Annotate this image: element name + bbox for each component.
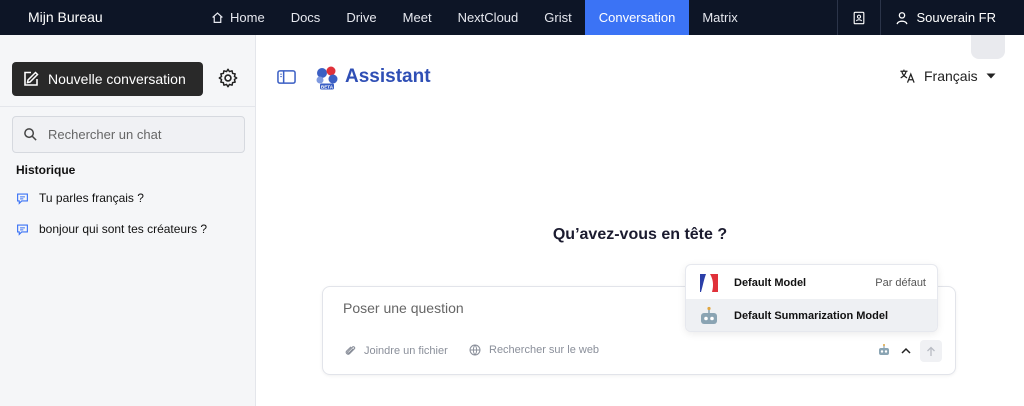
nav-nextcloud[interactable]: NextCloud (445, 0, 532, 35)
chevron-down-icon (986, 73, 996, 79)
sidebar-divider (0, 106, 256, 107)
nav-drive[interactable]: Drive (333, 0, 389, 35)
user-icon (896, 11, 907, 24)
history-title: Historique (16, 163, 76, 177)
user-name: Souverain FR (916, 10, 996, 25)
model-menu: Default Model Par défaut Default Summari… (685, 264, 938, 332)
nav-meet[interactable]: Meet (390, 0, 445, 35)
topbar-right: Souverain FR (836, 0, 1024, 35)
french-flag-icon (700, 273, 718, 292)
nav-home-label: Home (230, 10, 265, 25)
paperclip-icon (345, 346, 356, 355)
nav-conversation[interactable]: Conversation (584, 0, 690, 35)
globe-icon (469, 344, 481, 356)
nav-docs-label: Docs (290, 10, 321, 25)
history-item[interactable]: Tu parles français ? (16, 191, 144, 205)
nav-grist[interactable]: Grist (531, 0, 584, 35)
top-navigation-bar: Mijn Bureau Home Docs Drive Meet NextClo… (0, 0, 1024, 35)
user-menu-button[interactable]: Souverain FR (881, 0, 1024, 35)
nav-conversation-label: Conversation (598, 10, 676, 25)
app-nav: Home Docs Drive Meet NextCloud Grist Con… (198, 0, 751, 35)
web-search-button[interactable]: Rechercher sur le web (469, 344, 599, 356)
prompt-heading: Qu’avez-vous en tête ? (552, 226, 728, 243)
scroll-indicator[interactable] (971, 35, 1005, 59)
robot-icon (701, 306, 717, 324)
translate-icon (900, 69, 915, 83)
default-tag: Par défaut (875, 276, 926, 289)
language-selector[interactable]: Français (899, 68, 996, 84)
nav-matrix-label: Matrix (702, 10, 738, 25)
web-search-label: Rechercher sur le web (489, 344, 600, 356)
attach-file-button[interactable]: Joindre un fichier (345, 344, 448, 357)
nav-matrix[interactable]: Matrix (689, 0, 750, 35)
brand-title[interactable]: Mijn Bureau (28, 0, 103, 35)
nav-home[interactable]: Home (198, 0, 278, 35)
search-icon (24, 128, 37, 141)
home-icon (212, 12, 223, 23)
nav-grist-label: Grist (544, 10, 572, 25)
search-input[interactable] (48, 127, 228, 142)
sidebar-toggle-icon[interactable] (277, 69, 296, 85)
new-chat-icon (24, 71, 39, 86)
chevron-up-icon[interactable] (901, 347, 911, 354)
chat-search[interactable] (12, 116, 245, 153)
model-option-summarization[interactable]: Default Summarization Model (686, 299, 937, 331)
arrow-up-icon (927, 346, 935, 356)
address-book-icon (853, 11, 864, 24)
new-conversation-label: Nouvelle conversation (48, 71, 186, 87)
new-conversation-button[interactable]: Nouvelle conversation (12, 62, 203, 96)
chat-bubble-icon (17, 192, 28, 205)
robot-icon[interactable] (877, 343, 891, 357)
language-label: Français (924, 68, 978, 84)
attach-file-label: Joindre un fichier (364, 344, 448, 357)
app-title: Assistant (345, 66, 431, 87)
question-input[interactable] (343, 300, 663, 316)
send-button[interactable] (920, 340, 942, 362)
nav-meet-label: Meet (402, 10, 432, 25)
contacts-button[interactable] (838, 0, 880, 35)
nav-nextcloud-label: NextCloud (457, 10, 519, 25)
history-item-label: Tu parles français ? (39, 191, 144, 205)
assistant-logo: BETA (316, 66, 338, 90)
model-option-default[interactable]: Default Model Par défaut (686, 266, 937, 299)
model-option-label: Default Model (734, 276, 807, 289)
settings-gear-icon[interactable] (217, 67, 239, 89)
nav-drive-label: Drive (346, 10, 377, 25)
model-option-label: Default Summarization Model (734, 309, 889, 322)
beta-badge: BETA (321, 84, 334, 89)
nav-docs[interactable]: Docs (278, 0, 334, 35)
